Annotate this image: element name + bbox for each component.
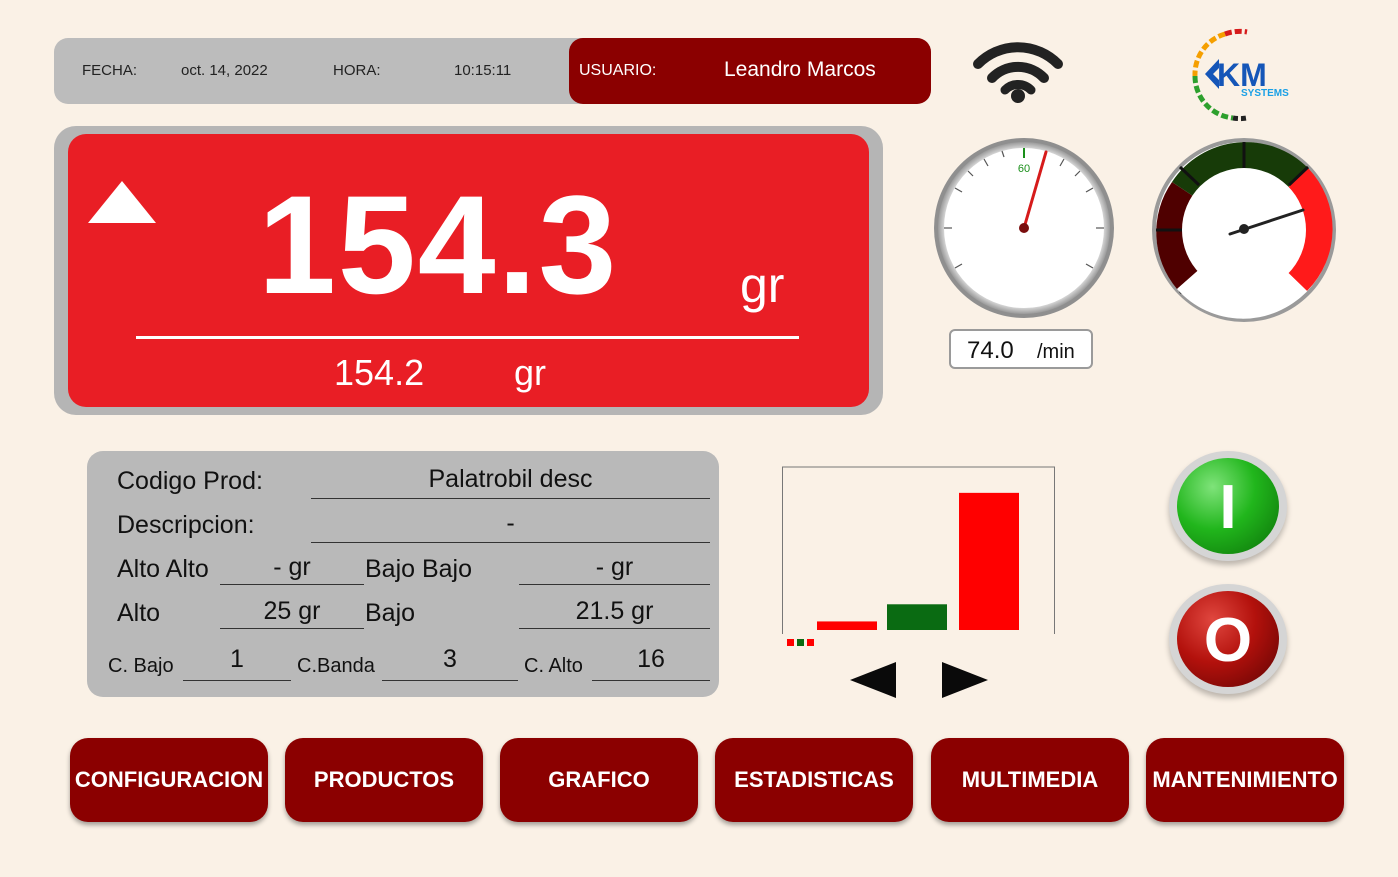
weight-panel: 154.3 gr 154.2 gr	[68, 134, 869, 407]
configuracion-button[interactable]: CONFIGURACION	[70, 738, 268, 822]
chart-legend	[787, 639, 814, 646]
grafico-button[interactable]: GRAFICO	[500, 738, 698, 822]
hora-value: 10:15:11	[454, 62, 512, 79]
hora-label: HORA:	[333, 62, 381, 79]
bajo-label: Bajo	[365, 599, 416, 627]
bar-c-banda	[887, 604, 947, 630]
start-button-label: I	[1219, 473, 1237, 542]
wifi-icon	[973, 42, 1063, 103]
zone-needle-hub	[1239, 224, 1249, 234]
stop-button[interactable]: O	[1169, 584, 1287, 694]
zone-gauge	[1152, 138, 1336, 322]
alto-value: 25 gr	[220, 597, 364, 629]
stop-button-face: O	[1177, 591, 1279, 687]
rate-box: 74.0 /min	[949, 329, 1093, 369]
c-banda-label: C.Banda	[297, 655, 375, 677]
info-bar: FECHA: oct. 14, 2022 HORA: 10:15:11 USUA…	[54, 38, 931, 104]
product-info-panel: Codigo Prod: Palatrobil desc Descripcion…	[87, 451, 719, 697]
alto-alto-value: - gr	[220, 553, 364, 585]
c-banda-value: 3	[382, 645, 518, 681]
fecha-label: FECHA:	[82, 62, 138, 79]
main-weight-unit: gr	[740, 257, 785, 313]
gauge-tick-label: 60	[1018, 163, 1030, 175]
bajo-bajo-value: - gr	[519, 553, 710, 585]
stop-button-label: O	[1203, 606, 1253, 675]
counts-bar-chart	[782, 466, 1055, 646]
bar-c-alto	[959, 492, 1019, 630]
logo-subtext: SYSTEMS	[1241, 88, 1289, 99]
trend-up-arrow-icon	[88, 181, 156, 223]
speed-gauge: 60	[934, 138, 1114, 318]
usuario-label: USUARIO:	[579, 62, 657, 79]
bar-c-bajo	[817, 621, 877, 630]
descripcion-label: Descripcion:	[117, 511, 255, 539]
rate-unit: /min	[1037, 341, 1075, 363]
fecha-value: oct. 14, 2022	[181, 62, 268, 79]
bajo-bajo-label: Bajo Bajo	[365, 555, 473, 583]
codigo-label: Codigo Prod:	[117, 467, 263, 495]
productos-button[interactable]: PRODUCTOS	[285, 738, 483, 822]
chart-next-arrow-icon[interactable]	[940, 662, 988, 698]
weight-display: 154.3 gr 154.2 gr	[54, 126, 883, 415]
rate-value: 74.0	[967, 337, 1014, 364]
multimedia-button[interactable]: MULTIMEDIA	[931, 738, 1129, 822]
descripcion-value: -	[311, 509, 710, 543]
weight-divider	[136, 336, 799, 339]
c-alto-value: 16	[592, 645, 710, 681]
start-button-face: I	[1177, 458, 1279, 554]
user-box[interactable]: USUARIO: Leandro Marcos	[569, 38, 931, 104]
estadisticas-button[interactable]: ESTADISTICAS	[715, 738, 913, 822]
legend-swatch-c-banda	[797, 639, 804, 646]
legend-swatch-c-alto	[807, 639, 814, 646]
c-alto-label: C. Alto	[524, 655, 583, 677]
mantenimiento-button[interactable]: MANTENIMIENTO	[1146, 738, 1344, 822]
c-bajo-value: 1	[183, 645, 291, 681]
usuario-value: Leandro Marcos	[724, 58, 876, 81]
main-weight-value: 154.3	[258, 166, 619, 323]
needle-hub	[1019, 223, 1029, 233]
start-button[interactable]: I	[1169, 451, 1287, 561]
c-bajo-label: C. Bajo	[108, 655, 174, 677]
secondary-weight-value: 154.2	[334, 352, 425, 393]
bajo-value: 21.5 gr	[519, 597, 710, 629]
alto-alto-label: Alto Alto	[117, 555, 209, 583]
codigo-value: Palatrobil desc	[311, 465, 710, 499]
km-systems-logo: KM SYSTEMS	[1192, 28, 1289, 122]
secondary-weight-unit: gr	[514, 352, 547, 393]
alto-label: Alto	[117, 599, 161, 627]
legend-swatch-c-bajo	[787, 639, 794, 646]
chart-prev-arrow-icon[interactable]	[850, 662, 898, 698]
